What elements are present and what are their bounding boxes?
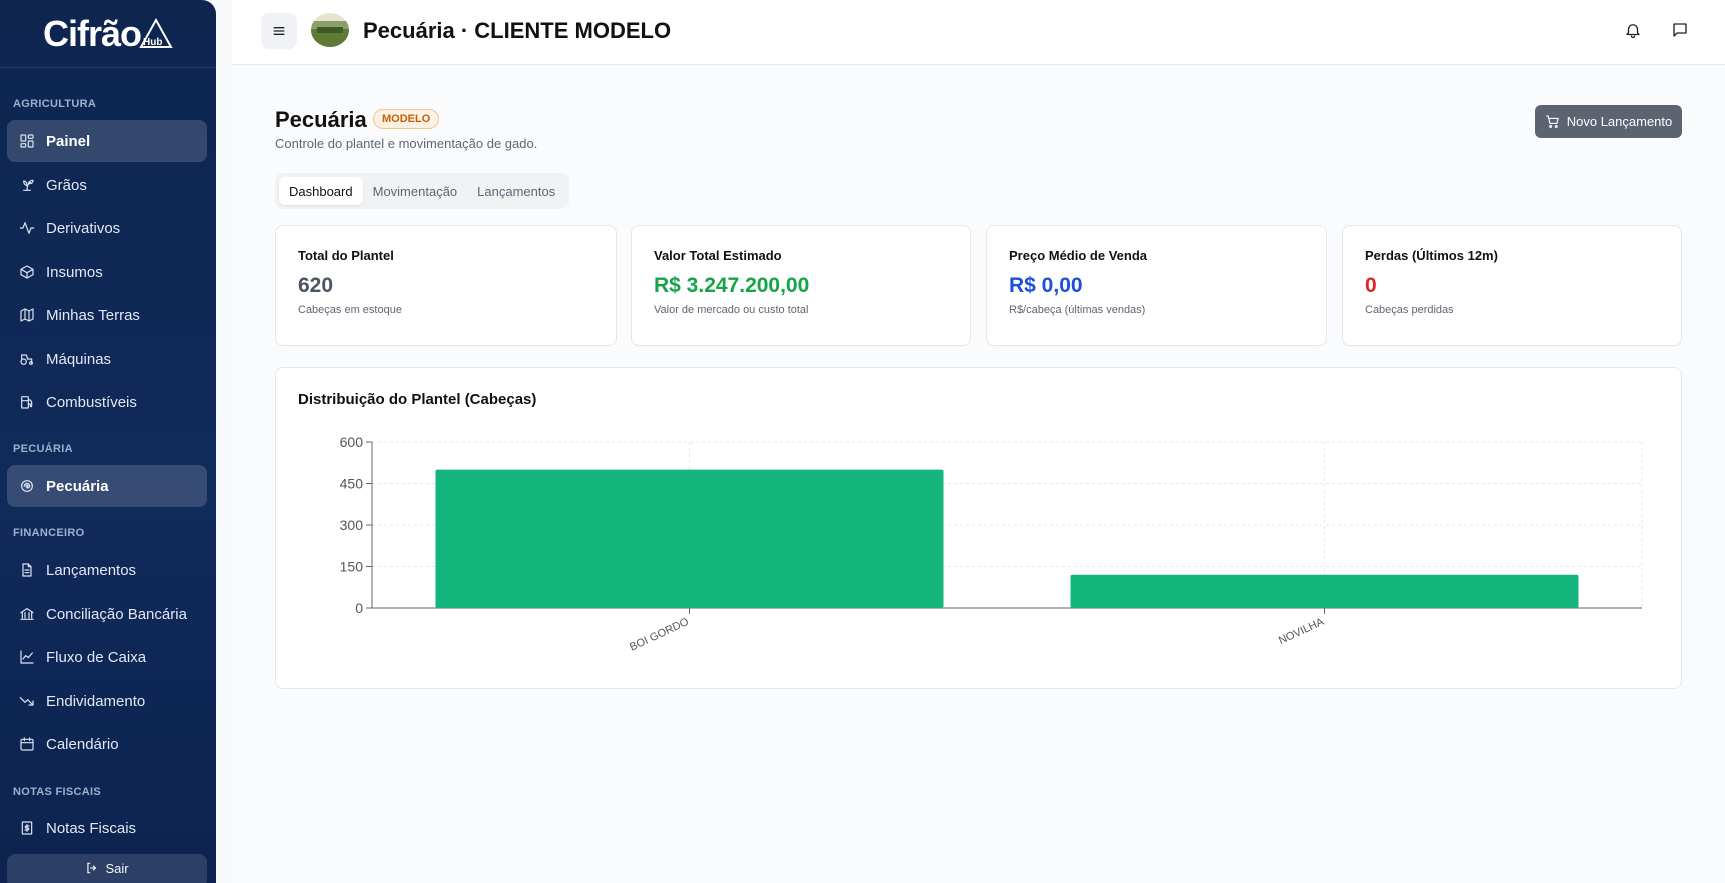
dashboard-icon [18,132,36,150]
stat-card-value: 620 [298,274,334,297]
trending-down-icon [18,692,36,710]
fuel-icon [18,393,36,411]
stat-card-total-plantel: Total do Plantel 620 Cabeças em estoque [275,225,617,346]
sidebar-item-label: Insumos [46,263,103,281]
stat-card-value: R$ 3.247.200,00 [654,274,810,297]
sprout-icon [18,176,36,194]
plantel-distribution-chart-card: Distribuição do Plantel (Cabeças) 0 150 30… [275,367,1682,689]
bank-icon [18,605,36,623]
receipt-icon [18,819,36,837]
x-tick-label: BOI GORDO [628,616,691,654]
y-tick-label: 0 [355,600,363,616]
app-logo[interactable]: Cifrão Hub [0,0,216,68]
sidebar-item-insumos[interactable]: Insumos [7,251,207,293]
sidebar-item-label: Grãos [46,176,87,194]
sidebar-item-label: Fluxo de Caixa [46,648,147,666]
logo-text: Cifrão [42,12,142,54]
model-badge: MODELO [373,109,440,129]
section-financeiro: FINANCEIRO [13,527,85,539]
logout-button[interactable]: Sair [7,854,207,883]
sidebar-item-calendario[interactable]: Calendário [7,723,207,765]
stat-card-subtitle: R$/cabeça (últimas vendas) [1009,304,1146,316]
header-title: Pecuária · CLIENTE MODELO [363,18,672,43]
tab-lancamentos[interactable]: Lançamentos [467,177,565,205]
section-pecuaria: PECUÁRIA [13,443,73,455]
sidebar-item-lancamentos[interactable]: Lançamentos [7,549,207,591]
hamburger-icon [273,27,285,35]
stat-card-title: Perdas (Últimos 12m) [1365,248,1498,263]
bar-novilha [1070,574,1579,608]
page-title: Pecuária [275,107,367,132]
map-icon [18,306,36,324]
sidebar-item-label: Minhas Terras [46,306,140,324]
y-tick-label: 450 [340,476,364,492]
y-tick-label: 600 [340,434,364,450]
sidebar-item-label: Painel [46,132,91,150]
cart-icon [1545,115,1559,128]
new-entry-button[interactable]: Novo Lançamento [1535,105,1682,138]
sidebar-item-label: Pecuária [46,477,109,495]
tab-movimentacao[interactable]: Movimentação [363,177,468,205]
sidebar-item-derivativos[interactable]: Derivativos [7,207,207,249]
activity-icon [18,219,36,237]
stat-card-value: 0 [1365,274,1377,297]
page-subtitle: Controle do plantel e movimentação de ga… [275,136,538,151]
stat-card-title: Valor Total Estimado [654,248,782,263]
stat-card-preco-medio: Preço Médio de Venda R$ 0,00 R$/cabeça (… [986,225,1327,346]
line-chart-icon [18,648,36,666]
plantel-bar-chart: 0 150 300 450 600 BOI GORDO NOVILHA [340,434,1643,654]
tractor-icon [18,350,36,368]
section-notas-fiscais: NOTAS FISCAIS [13,786,102,798]
calendar-icon [18,735,36,753]
sidebar-item-maquinas[interactable]: Máquinas [7,338,207,380]
stat-card-subtitle: Cabeças em estoque [298,304,402,316]
sidebar-item-minhas-terras[interactable]: Minhas Terras [7,294,207,336]
sidebar-item-pecuaria[interactable]: Pecuária [7,465,207,507]
file-icon [18,561,36,579]
sidebar-item-label: Derivativos [46,219,121,237]
box-icon [18,263,36,281]
stat-card-perdas: Perdas (Últimos 12m) 0 Cabeças perdidas [1342,225,1682,346]
stat-card-subtitle: Cabeças perdidas [1365,304,1454,316]
new-entry-label: Novo Lançamento [1566,114,1673,129]
client-avatar [311,13,349,47]
stat-card-title: Total do Plantel [298,248,394,263]
logo-hub-mark: Hub [139,17,173,51]
message-icon[interactable] [1669,19,1691,41]
sidebar-item-graos[interactable]: Grãos [7,164,207,206]
logo-sub-text: Hub [143,36,163,48]
logout-label: Sair [105,860,129,876]
sidebar-item-label: Calendário [46,735,119,753]
sidebar-item-label: Lançamentos [46,561,137,579]
sidebar-item-label: Notas Fiscais [46,819,137,837]
stat-card-subtitle: Valor de mercado ou custo total [654,304,809,316]
sidebar-item-conciliacao-bancaria[interactable]: Conciliação Bancária [7,593,207,635]
tab-dashboard[interactable]: Dashboard [279,177,363,205]
bar-boi-gordo [435,469,944,608]
stat-card-title: Preço Médio de Venda [1009,248,1147,263]
menu-toggle-button[interactable] [261,13,297,49]
top-header: Pecuária · CLIENTE MODELO [232,0,1725,65]
cattle-icon [18,477,36,495]
section-agricultura: AGRICULTURA [13,98,97,110]
sidebar: Cifrão Hub AGRICULTURA Painel Grãos Deri… [0,0,216,883]
tab-list: Dashboard Movimentação Lançamentos [275,173,570,209]
sidebar-item-label: Máquinas [46,350,112,368]
sidebar-item-endividamento[interactable]: Endividamento [7,680,207,722]
sidebar-item-label: Combustíveis [46,393,137,411]
sidebar-item-label: Endividamento [46,692,146,710]
sidebar-item-painel[interactable]: Painel [7,120,207,162]
x-tick-label: NOVILHA [1277,616,1326,648]
logout-icon [87,862,97,874]
stat-card-value: R$ 0,00 [1009,274,1083,297]
y-tick-label: 150 [340,559,364,575]
stat-card-valor-total: Valor Total Estimado R$ 3.247.200,00 Val… [631,225,971,346]
sidebar-item-combustiveis[interactable]: Combustíveis [7,381,207,423]
y-tick-label: 300 [340,517,364,533]
bell-icon[interactable] [1622,19,1644,41]
sidebar-item-label: Conciliação Bancária [46,605,187,623]
sidebar-item-fluxo-de-caixa[interactable]: Fluxo de Caixa [7,636,207,678]
sidebar-item-notas-fiscais[interactable]: Notas Fiscais [7,807,207,849]
